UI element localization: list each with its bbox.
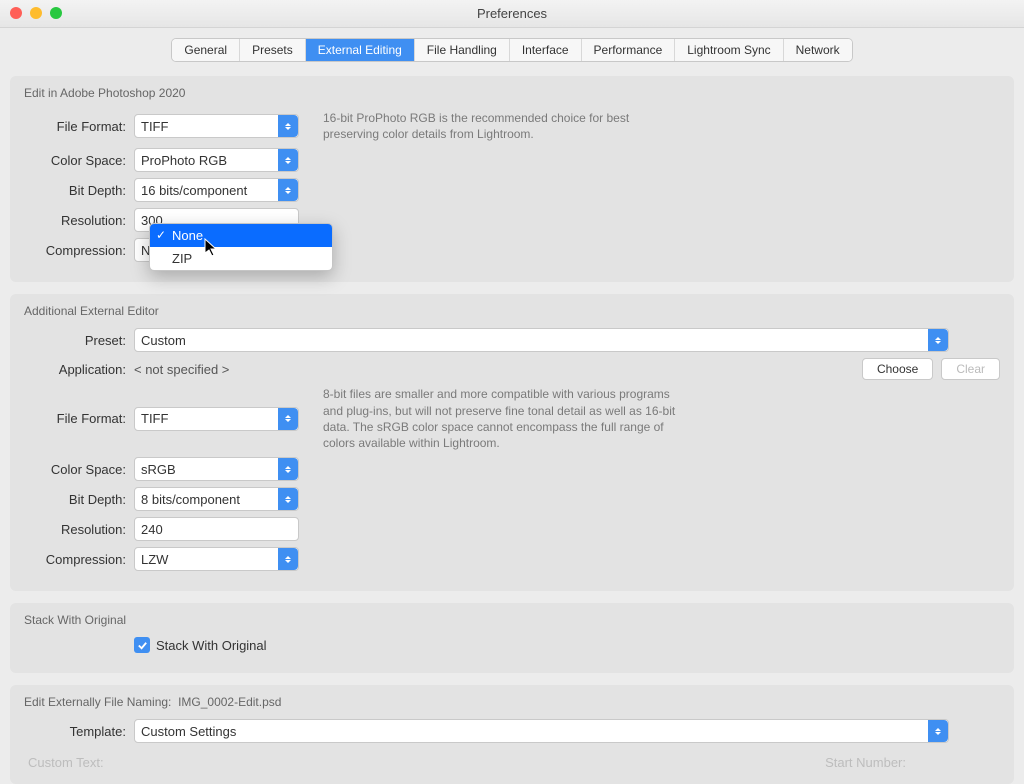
select-compression-2[interactable]: LZW: [134, 547, 299, 571]
section-stack: Stack With Original Stack With Original: [10, 603, 1014, 673]
application-value: < not specified >: [134, 362, 229, 377]
select-preset[interactable]: Custom: [134, 328, 949, 352]
label-compression-2: Compression:: [24, 552, 134, 567]
minimize-icon[interactable]: [30, 7, 42, 19]
chevron-updown-icon: [278, 548, 298, 570]
select-template-value: Custom Settings: [141, 724, 236, 739]
label-file-format-2: File Format:: [24, 411, 134, 426]
select-file-format-2-value: TIFF: [141, 411, 168, 426]
select-file-format-2[interactable]: TIFF: [134, 407, 299, 431]
select-color-space[interactable]: ProPhoto RGB: [134, 148, 299, 172]
input-resolution-2[interactable]: 240: [134, 517, 299, 541]
tabbar: General Presets External Editing File Ha…: [0, 38, 1024, 62]
clear-button: Clear: [941, 358, 1000, 380]
hint-photoshop: 16-bit ProPhoto RGB is the recommended c…: [323, 110, 683, 142]
section-file-naming: Edit Externally File Naming: IMG_0002-Ed…: [10, 685, 1014, 784]
compression-dropdown[interactable]: None ZIP: [149, 223, 333, 271]
select-color-space-value: ProPhoto RGB: [141, 153, 227, 168]
hint-additional: 8-bit files are smaller and more compati…: [323, 386, 683, 451]
select-bit-depth[interactable]: 16 bits/component: [134, 178, 299, 202]
label-compression: Compression:: [24, 243, 134, 258]
label-preset: Preset:: [24, 333, 134, 348]
window-title: Preferences: [0, 6, 1024, 21]
label-start-number: Start Number:: [825, 755, 996, 770]
label-resolution: Resolution:: [24, 213, 134, 228]
tab-interface[interactable]: Interface: [510, 39, 582, 61]
select-bit-depth-value: 16 bits/component: [141, 183, 247, 198]
label-file-format: File Format:: [24, 119, 134, 134]
file-naming-example: IMG_0002-Edit.psd: [178, 695, 281, 709]
zoom-icon[interactable]: [50, 7, 62, 19]
label-custom-text: Custom Text:: [28, 755, 104, 770]
label-color-space: Color Space:: [24, 153, 134, 168]
select-file-format-value: TIFF: [141, 119, 168, 134]
label-color-space-2: Color Space:: [24, 462, 134, 477]
file-naming-prefix: Edit Externally File Naming:: [24, 695, 171, 709]
label-bit-depth: Bit Depth:: [24, 183, 134, 198]
chevron-updown-icon: [928, 720, 948, 742]
tab-general[interactable]: General: [172, 39, 240, 61]
chevron-updown-icon: [278, 149, 298, 171]
select-color-space-2-value: sRGB: [141, 462, 176, 477]
label-bit-depth-2: Bit Depth:: [24, 492, 134, 507]
chevron-updown-icon: [928, 329, 948, 351]
window-controls: [10, 7, 62, 19]
input-resolution-2-value: 240: [141, 522, 163, 537]
tab-file-handling[interactable]: File Handling: [415, 39, 510, 61]
compression-option-none[interactable]: None: [150, 224, 332, 247]
checkbox-stack[interactable]: [134, 637, 150, 653]
section-additional: Additional External Editor Preset: Custo…: [10, 294, 1014, 591]
section-photoshop: Edit in Adobe Photoshop 2020 File Format…: [10, 76, 1014, 282]
select-color-space-2[interactable]: sRGB: [134, 457, 299, 481]
tabs: General Presets External Editing File Ha…: [171, 38, 852, 62]
section-additional-title: Additional External Editor: [24, 304, 1000, 318]
check-icon: [137, 640, 148, 651]
section-file-naming-title: Edit Externally File Naming: IMG_0002-Ed…: [24, 695, 1000, 709]
select-file-format[interactable]: TIFF: [134, 114, 299, 138]
tab-presets[interactable]: Presets: [240, 39, 306, 61]
chevron-updown-icon: [278, 488, 298, 510]
tab-external-editing[interactable]: External Editing: [306, 39, 415, 61]
chevron-updown-icon: [278, 408, 298, 430]
select-bit-depth-2-value: 8 bits/component: [141, 492, 240, 507]
tab-lightroom-sync[interactable]: Lightroom Sync: [675, 39, 783, 61]
select-preset-value: Custom: [141, 333, 186, 348]
section-photoshop-title: Edit in Adobe Photoshop 2020: [24, 86, 1000, 100]
label-resolution-2: Resolution:: [24, 522, 134, 537]
select-bit-depth-2[interactable]: 8 bits/component: [134, 487, 299, 511]
checkbox-stack-label: Stack With Original: [156, 638, 267, 653]
chevron-updown-icon: [278, 458, 298, 480]
tab-network[interactable]: Network: [784, 39, 852, 61]
close-icon[interactable]: [10, 7, 22, 19]
label-application: Application:: [24, 362, 134, 377]
cursor-icon: [204, 238, 220, 261]
section-stack-title: Stack With Original: [24, 613, 1000, 627]
titlebar: Preferences: [0, 0, 1024, 28]
compression-option-zip[interactable]: ZIP: [150, 247, 332, 270]
chevron-updown-icon: [278, 179, 298, 201]
tab-performance[interactable]: Performance: [582, 39, 676, 61]
select-compression-2-value: LZW: [141, 552, 168, 567]
select-template[interactable]: Custom Settings: [134, 719, 949, 743]
chevron-updown-icon: [278, 115, 298, 137]
label-template: Template:: [24, 724, 134, 739]
choose-button[interactable]: Choose: [862, 358, 933, 380]
